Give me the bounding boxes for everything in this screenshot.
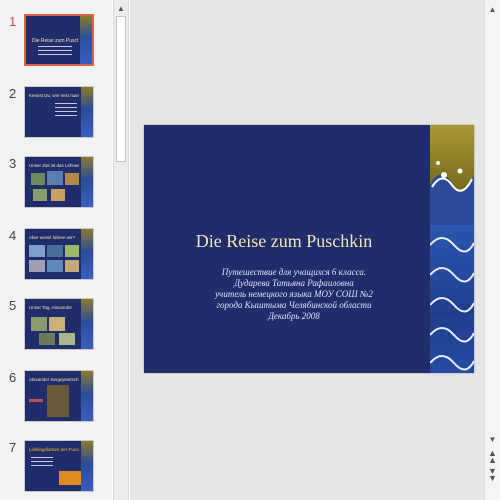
thumbnail-photo (33, 189, 47, 201)
thumbnail-caption-bar (29, 399, 43, 402)
thumbnail-photo (59, 333, 75, 345)
subtitle-line: Путешествие для учащихся 6 класса. (221, 267, 367, 277)
slide-number: 5 (9, 298, 17, 313)
slide-thumbnail-6[interactable]: 6 Alexander Sergejewitsch Puschkin (0, 370, 112, 430)
thumbnail-portrait (47, 385, 69, 417)
thumbnail-wordart (59, 471, 81, 485)
thumbnail-image[interactable]: Aber womit fahren wir? (24, 228, 94, 280)
slide-thumbnail-2[interactable]: 2 Kennst Du, wie reist man (0, 86, 112, 146)
thumbnail-title: Die Reise zum Puschkin (32, 38, 78, 44)
wave-decoration (81, 371, 93, 421)
thumbnail-photo (39, 333, 55, 345)
slide-thumbnail-5[interactable]: 5 Unser Tag, Alexander (0, 298, 112, 358)
thumbnail-title: Aber womit fahren wir? (29, 235, 76, 240)
chevron-up-icon[interactable]: ▲ (485, 2, 500, 16)
thumbnail-image[interactable]: Unser Ziel ist das Lehrwerk (24, 156, 94, 208)
double-chevron-up-icon[interactable]: ▲ ▲ (485, 449, 500, 465)
slide-number: 1 (9, 14, 17, 29)
thumbnail-title: Lieblingsfarben der Puschkins (29, 447, 79, 452)
wave-decoration (81, 441, 93, 491)
thumbnail-image[interactable]: Alexander Sergejewitsch Puschkin (24, 370, 94, 422)
thumbnail-text-lines (31, 457, 53, 469)
slide-number: 4 (9, 228, 17, 243)
thumbnail-title: Kennst Du, wie reist man (29, 93, 79, 98)
slide-title[interactable]: Die Reise zum Puschkin (144, 231, 424, 252)
chevron-up-icon[interactable]: ▲ (114, 1, 128, 15)
wave-decoration (81, 229, 93, 279)
slide-area-scrollbar[interactable]: ▲ ▼ ▲ ▲ ▼ ▼ (484, 0, 500, 500)
slide-thumbnail-1[interactable]: 1 Die Reise zum Puschkin (0, 14, 112, 74)
wave-decoration-bottom (429, 225, 474, 373)
thumbnail-title: Unser Ziel ist das Lehrwerk (29, 163, 79, 168)
thumbnail-photo (65, 260, 79, 272)
thumbnail-text-lines (55, 103, 77, 119)
slide-subtitle[interactable]: Путешествие для учащихся 6 класса. Дудар… (184, 267, 404, 322)
slide-number: 2 (9, 86, 17, 101)
thumbnail-photo (65, 173, 79, 185)
wave-decoration (81, 299, 93, 349)
thumbnail-photo (47, 171, 63, 185)
double-chevron-down-icon[interactable]: ▼ ▼ (485, 467, 500, 483)
thumbnail-image[interactable]: Lieblingsfarben der Puschkins (24, 440, 94, 492)
thumbnail-photo (29, 245, 45, 257)
thumbnail-photo (51, 189, 65, 201)
slide-thumbnail-pane: 1 Die Reise zum Puschkin 2 Kennst Du, wi… (0, 0, 112, 500)
thumbnail-photo (29, 260, 45, 272)
current-slide[interactable]: Die Reise zum Puschkin Путешествие для у… (144, 125, 474, 373)
thumbnail-photo (31, 173, 45, 185)
wave-decoration (81, 87, 93, 137)
slide-thumbnail-7[interactable]: 7 Lieblingsfarben der Puschkins (0, 440, 112, 500)
slide-editing-area: Die Reise zum Puschkin Путешествие для у… (130, 0, 484, 500)
wave-pattern-icon (429, 237, 474, 371)
thumbnail-image[interactable]: Kennst Du, wie reist man (24, 86, 94, 138)
thumbnail-photo (65, 245, 79, 257)
thumbnail-text-lines (38, 46, 72, 58)
thumbnail-image[interactable]: Unser Tag, Alexander (24, 298, 94, 350)
thumbnail-photo (49, 317, 65, 331)
chevron-down-icon[interactable]: ▼ (485, 432, 500, 446)
thumbnail-image[interactable]: Die Reise zum Puschkin (24, 14, 94, 66)
thumbnail-photo (47, 260, 63, 272)
slide-number: 3 (9, 156, 17, 171)
slide-number: 6 (9, 370, 17, 385)
thumbnail-photo (31, 317, 47, 331)
subtitle-line: города Кыштыма Челябинской области (216, 300, 372, 310)
subtitle-line: Декабрь 2008 (268, 311, 320, 321)
slide-thumbnail-3[interactable]: 3 Unser Ziel ist das Lehrwerk (0, 156, 112, 216)
subtitle-line: Дударева Татьяна Рафаиловна (234, 278, 354, 288)
thumbnail-pane-scrollbar[interactable]: ▲ (113, 0, 129, 500)
wave-crest-icon (430, 161, 474, 235)
thumbnail-title: Alexander Sergejewitsch Puschkin (29, 377, 79, 382)
wave-decoration (80, 16, 92, 64)
thumbnail-title: Unser Tag, Alexander (29, 305, 72, 310)
slide-number: 7 (9, 440, 17, 455)
subtitle-line: учитель немецкого языка МОУ СОШ №2 (215, 289, 373, 299)
scrollbar-thumb[interactable] (116, 16, 126, 162)
slide-thumbnail-4[interactable]: 4 Aber womit fahren wir? (0, 228, 112, 288)
wave-decoration-top (430, 125, 474, 235)
wave-decoration (81, 157, 93, 207)
thumbnail-photo (47, 245, 63, 257)
